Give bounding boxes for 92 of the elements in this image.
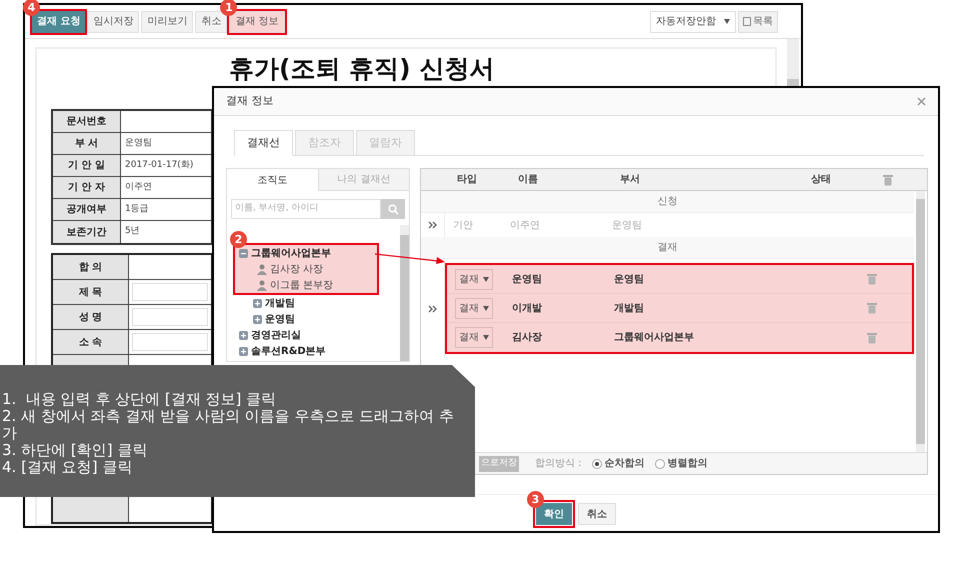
radio-label: 순차합의: [604, 457, 645, 471]
table-cell-text: 운영팀: [124, 136, 153, 150]
trash-icon[interactable]: [867, 302, 877, 314]
tab[interactable]: 결재선: [234, 130, 293, 156]
table-cell-text: 2017-01-17(화): [124, 158, 194, 172]
trash-icon[interactable]: [867, 273, 877, 285]
dropdown-arrow-icon: [483, 306, 489, 310]
table-header-cell: 소 속: [53, 330, 129, 354]
input-field[interactable]: [132, 333, 208, 351]
instruction-text: 2. 새 창에서 좌측 결재 받을 사람의 이름을 우측으로 드래그하여 추가: [2, 408, 455, 442]
cancel-button[interactable]: 취소: [578, 503, 616, 525]
type-select[interactable]: 결재: [455, 268, 493, 290]
table-cell-text: 1등급: [124, 202, 150, 216]
search-button[interactable]: [381, 199, 405, 219]
tree-item[interactable]: 개발팀: [265, 296, 295, 310]
radio-button[interactable]: [654, 458, 665, 468]
expand-icon[interactable]: [253, 298, 262, 308]
table-cell-text: 운영팀: [511, 272, 543, 286]
type-select[interactable]: 결재: [455, 327, 493, 348]
radio-label: 병렬합의: [668, 457, 708, 471]
toolbar-button[interactable]: 임시저장: [87, 10, 140, 32]
search-icon: [388, 204, 398, 214]
list-button[interactable]: 목록: [738, 10, 778, 32]
table-header-cell: 제 목: [53, 280, 129, 304]
step-badge: 2: [230, 231, 247, 248]
scrollbar[interactable]: [916, 191, 925, 452]
column-header: 이름: [517, 173, 539, 187]
table-header-cell: 기 안 자: [53, 177, 121, 198]
section-header: 신청: [421, 191, 914, 213]
expand-icon[interactable]: [253, 314, 262, 324]
autosave-select[interactable]: 자동저장안함: [650, 10, 736, 32]
table-cell-text: 김사장: [511, 331, 543, 345]
toolbar-button[interactable]: 취소: [195, 10, 228, 32]
toolbar-button[interactable]: 미리보기: [141, 10, 194, 32]
document-title: 휴가(조퇴 휴직) 신청서: [229, 55, 496, 82]
instruction-text: 4. [결재 요청] 클릭: [2, 459, 134, 476]
expand-icon[interactable]: [239, 330, 248, 340]
agreement-label: 합의방식 :: [535, 457, 582, 471]
table-cell: 기안: [453, 220, 473, 230]
instruction-text: 1. 내용 입력 후 상단에 [결재 정보] 클릭: [2, 391, 278, 408]
tree-item[interactable]: 이그룹 본부장: [270, 278, 334, 292]
step-badge: 4: [23, 0, 40, 16]
expand-icon[interactable]: [239, 346, 248, 356]
column-header: 상태: [810, 173, 832, 187]
table-cell-text: 운영팀: [613, 272, 645, 286]
table-cell-text: 5년: [124, 225, 141, 238]
table-cell-text: 개발팀: [613, 302, 645, 316]
step-badge: 1: [220, 0, 238, 16]
search-field[interactable]: 이름, 부서명, 아이디: [231, 199, 381, 219]
section-header: 결재: [421, 237, 914, 259]
trash-icon[interactable]: [883, 174, 893, 186]
input-field[interactable]: [132, 308, 208, 326]
dropdown-arrow-icon: [483, 335, 489, 340]
dropdown-arrow-icon: [483, 276, 489, 282]
tree-item[interactable]: 솔루션R&D본부: [251, 344, 326, 358]
tree-item[interactable]: 경영관리실: [251, 328, 301, 342]
table-header-cell: 공개여부: [53, 199, 121, 220]
step-badge: 3: [527, 491, 544, 508]
table-header-cell: 성 명: [53, 305, 129, 329]
double-chevron-icon[interactable]: [428, 221, 438, 229]
column-header: 타입: [456, 173, 478, 187]
tree-item[interactable]: 운영팀: [265, 312, 295, 326]
close-icon[interactable]: [917, 97, 926, 106]
toolbar-button[interactable]: 결재 정보: [229, 10, 285, 32]
tree-item[interactable]: 김사장 사장: [270, 262, 324, 276]
scrollbar[interactable]: [400, 225, 409, 361]
table-cell-text: 그룹웨어사업본부: [613, 331, 695, 345]
radio-button[interactable]: [592, 458, 602, 468]
list-icon: [743, 17, 751, 26]
person-icon: [257, 264, 267, 274]
collapse-icon[interactable]: [239, 248, 248, 258]
table-cell-text: 이주연: [124, 180, 153, 194]
input-field[interactable]: [132, 283, 208, 301]
type-select[interactable]: 결재: [455, 298, 493, 318]
table-header-cell: 합 의: [53, 255, 129, 279]
table-header-cell: 기 안 일: [53, 155, 121, 176]
column-header: 부서: [619, 173, 641, 187]
trash-icon[interactable]: [867, 332, 877, 344]
instruction-text: 3. 하단에 [확인] 클릭: [2, 442, 148, 459]
table-header-cell: 문서번호: [53, 111, 121, 132]
table-cell-text: 이개발: [511, 302, 543, 316]
table-cell-text: 이주연: [509, 218, 541, 232]
table-cell-text: 운영팀: [611, 218, 643, 232]
double-chevron-icon[interactable]: [428, 304, 438, 312]
table-header-cell: 부 서: [53, 133, 121, 154]
person-icon: [257, 280, 267, 290]
table-header-cell: 보존기간: [53, 221, 121, 243]
confirm-button[interactable]: 확인: [536, 503, 572, 525]
tree-item[interactable]: 그룹웨어사업본부: [251, 246, 331, 260]
dropdown-arrow-icon: [724, 19, 730, 24]
toolbar-button[interactable]: 결재 요청: [32, 10, 86, 32]
dialog-title: 결재 정보: [226, 93, 274, 110]
